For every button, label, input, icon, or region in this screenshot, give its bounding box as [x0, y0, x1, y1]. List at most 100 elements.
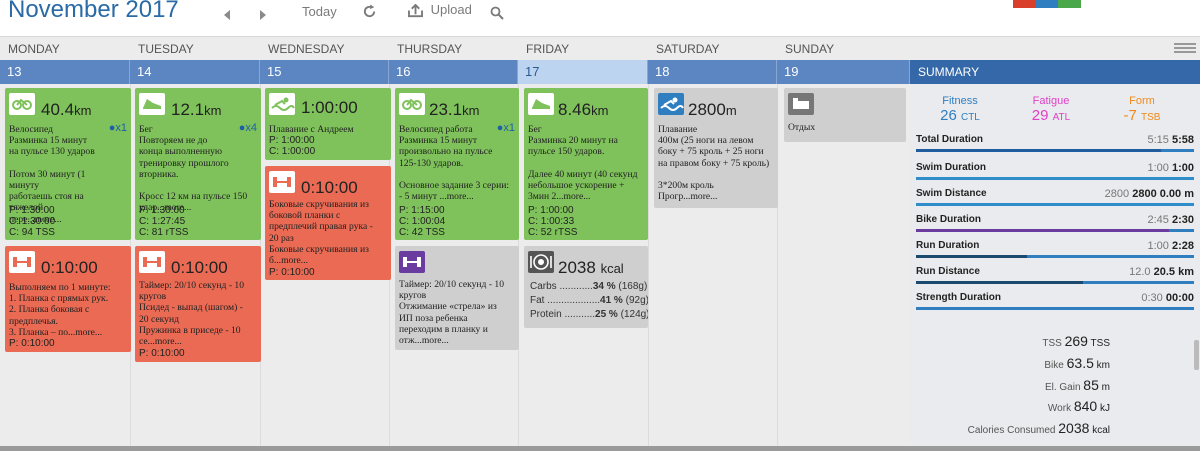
date-15[interactable]: 15 — [260, 60, 389, 84]
workout-card-strength[interactable]: 0:10:00 Выполняем по 1 минуте: 1. Планка… — [5, 246, 131, 352]
workout-description: Бег Повторяем не до конца выполненную тр… — [139, 124, 248, 214]
swim-icon — [658, 93, 684, 115]
workout-metrics: P: 0:10:00 — [269, 267, 315, 278]
fatigue-metric: Fatigue 29 ATL — [1011, 95, 1091, 124]
summary-row-run-duration: Run Duration 1:00 2:28 — [916, 240, 1194, 266]
total-work: Work 840 kJ — [1047, 398, 1110, 414]
workout-description: Плавание 400м (25 ноги на левом боку + 7… — [658, 124, 770, 203]
progress-bar — [916, 203, 1194, 206]
weekday-wednesday: WEDNESDAY — [268, 42, 345, 56]
workout-metrics: P: 1:00:00 C: 1:00:00 — [269, 135, 316, 158]
workout-card-strength[interactable]: 0:10:00 Боковые скручивания из боковой п… — [265, 166, 391, 280]
page-title: November 2017 — [8, 0, 179, 24]
date-14[interactable]: 14 — [130, 60, 260, 84]
protein-row: Protein ...........25 % (124g) — [530, 309, 648, 320]
more-link[interactable]: more... — [155, 336, 182, 347]
more-link[interactable]: more... — [281, 255, 308, 266]
weekday-saturday: SATURDAY — [656, 42, 720, 56]
date-19[interactable]: 19 — [777, 60, 910, 84]
workout-card-swim-planned[interactable]: 2800m Плавание 400м (25 ноги на левом бо… — [654, 88, 778, 208]
plate-icon — [528, 251, 554, 273]
workout-description: Велосипед работа Разминка 15 минут произ… — [399, 124, 510, 203]
brand-red — [1013, 0, 1036, 8]
date-13[interactable]: 13 — [0, 60, 130, 84]
distance-value: 8.46km — [558, 100, 609, 119]
progress-bar — [916, 281, 1194, 284]
workout-card-strength[interactable]: 0:10:00 Таймер: 20/10 секунд - 10 кругов… — [135, 246, 261, 362]
more-link[interactable]: more... — [75, 327, 102, 338]
month-label: November — [8, 0, 119, 23]
fitness-metric: Fitness 26 CTL — [920, 95, 1000, 124]
upload-label: Upload — [430, 2, 472, 17]
refresh-icon — [363, 4, 376, 18]
workout-card-swim[interactable]: 1:00:00 Плавание с Андреем P: 1:00:00 C:… — [265, 88, 391, 160]
brand-green — [1058, 0, 1082, 8]
more-link[interactable]: more... — [690, 191, 717, 202]
more-link[interactable]: more... — [422, 335, 449, 346]
date-17-today[interactable]: 17 — [518, 60, 648, 84]
column-divider — [648, 84, 649, 446]
date-16[interactable]: 16 — [389, 60, 518, 84]
brand-blue — [1035, 0, 1059, 8]
summary-row-bike-duration: Bike Duration 2:45 2:30 — [916, 214, 1194, 240]
workout-card-run[interactable]: 8.46km Бег Разминка 20 минут на пульсе 1… — [524, 88, 648, 240]
today-button[interactable]: Today — [302, 4, 337, 19]
dumbbell-icon — [269, 171, 295, 193]
fatigue-label: Fatigue — [1032, 95, 1070, 107]
progress-bar — [916, 255, 1194, 258]
distance-value: 12.1km — [171, 100, 222, 119]
total-elevation-gain: El. Gain 85 m — [1044, 377, 1110, 393]
bike-icon — [9, 93, 35, 115]
search-button[interactable] — [490, 4, 504, 20]
more-link[interactable]: more... — [447, 191, 474, 202]
weekday-thursday: THURSDAY — [397, 42, 463, 56]
duration-value: 0:10:00 — [301, 178, 358, 197]
summary-header: SUMMARY — [910, 60, 1200, 84]
duration-value: 1:00:00 — [301, 98, 358, 117]
fatigue-value: 29 — [1031, 107, 1049, 124]
nutrition-card[interactable]: 2038 kcal Carbs ............34 % (168g) … — [524, 246, 648, 328]
summary-row-run-distance: Run Distance 12.0 20.5 km — [916, 266, 1194, 292]
date-18[interactable]: 18 — [648, 60, 777, 84]
more-link[interactable]: more... — [564, 191, 591, 202]
workout-description: Таймер: 20/10 секунд - 10 кругов Псидед … — [139, 280, 245, 348]
progress-bar — [916, 149, 1194, 152]
carbs-row: Carbs ............34 % (168g) — [530, 281, 648, 292]
summary-row-swim-duration: Swim Duration 1:00 1:00 — [916, 162, 1194, 188]
distance-value: 2800m — [688, 100, 737, 119]
workout-metrics: P: 1:15:00 C: 1:00:04 C: 42 TSS — [399, 205, 446, 239]
workout-description: Бег Разминка 20 минут на пульсе 150 удар… — [528, 124, 638, 203]
workout-card-strength-planned[interactable]: Таймер: 20/10 секунд - 10 кругов Отжиман… — [395, 246, 519, 350]
summary-row-total-duration: Total Duration 5:15 5:58 — [916, 134, 1194, 160]
chevron-left-icon — [224, 9, 230, 20]
weekday-tuesday: TUESDAY — [138, 42, 194, 56]
duration-value: 0:10:00 — [171, 258, 228, 277]
fitness-label: Fitness — [942, 95, 978, 107]
workout-card-run[interactable]: 12.1km ●x4 Бег Повторяем не до конца вып… — [135, 88, 261, 240]
form-unit: TSB — [1141, 112, 1161, 123]
brand-color-strip — [1013, 0, 1082, 8]
form-value: -7 — [1123, 107, 1137, 124]
next-week-button[interactable] — [258, 6, 268, 21]
dumbbell-icon — [9, 251, 35, 273]
progress-bar — [916, 177, 1194, 180]
menu-icon[interactable] — [1174, 43, 1196, 55]
upload-button[interactable]: Upload — [408, 2, 472, 18]
summary-row-strength-duration: Strength Duration 0:30 00:00 — [916, 292, 1194, 318]
scrollbar-thumb[interactable] — [1194, 340, 1199, 370]
rest-day-card[interactable]: Отдых — [784, 88, 906, 142]
rest-icon — [788, 93, 814, 115]
workout-description: Выполняем по 1 минуте: 1. Планка с прямы… — [9, 282, 111, 338]
fatigue-unit: ATL — [1052, 112, 1071, 123]
total-bike: Bike 63.5 km — [1044, 355, 1110, 371]
total-tss: TSS 269 TSS — [1042, 333, 1110, 349]
upload-icon — [408, 3, 423, 17]
previous-week-button[interactable] — [222, 6, 232, 21]
workout-card-bike[interactable]: 23.1km ●x1 Велосипед работа Разминка 15 … — [395, 88, 519, 240]
refresh-button[interactable] — [362, 3, 377, 19]
dumbbell-icon — [399, 251, 425, 273]
workout-metrics: P: 0:10:00 — [9, 338, 55, 349]
workout-card-bike[interactable]: 40.4km ●x1 Велосипед Разминка 15 минут н… — [5, 88, 131, 240]
weekday-monday: MONDAY — [8, 42, 60, 56]
horizontal-scrollbar[interactable] — [0, 446, 1200, 451]
